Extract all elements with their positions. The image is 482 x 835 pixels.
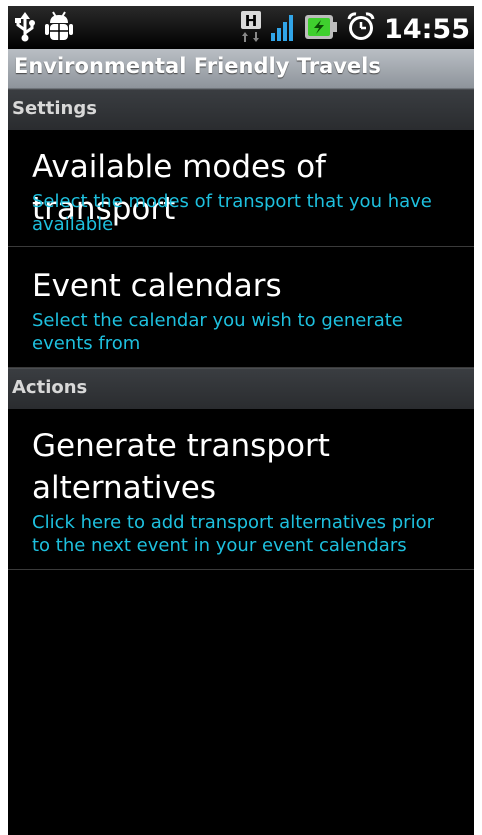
section-header-actions: Actions	[8, 368, 474, 409]
section-header-label: Actions	[12, 377, 88, 398]
debug-icon	[44, 11, 74, 47]
alarm-icon	[346, 12, 376, 46]
clock-time: 14:55	[384, 13, 470, 45]
pref-available-modes-of-transport[interactable]: Available modes of transport Select the …	[8, 130, 474, 247]
action-generate-transport-alternatives[interactable]: Generate transport alternatives Click he…	[8, 409, 474, 570]
usb-icon	[14, 12, 36, 46]
app-title: Environmental Friendly Travels	[14, 54, 381, 78]
network-type-label: H	[245, 12, 258, 30]
pref-summary: Select the modes of transport that you h…	[32, 191, 432, 235]
phone-screen: H 14:55 Environmental Friendly Travels S…	[8, 6, 474, 835]
pref-event-calendars[interactable]: Event calendars Select the calendar you …	[8, 247, 474, 368]
section-header-label: Settings	[12, 98, 97, 119]
signal-icon	[270, 12, 296, 46]
status-bar: H 14:55	[8, 6, 474, 49]
battery-charging-icon	[304, 14, 338, 44]
pref-title: Event calendars	[32, 268, 282, 304]
action-summary: Click here to add transport alternatives…	[32, 512, 434, 556]
hspa-icon: H	[240, 10, 262, 48]
action-title: Generate transport alternatives	[32, 428, 330, 506]
section-header-settings: Settings	[8, 89, 474, 130]
pref-summary: Select the calendar you wish to generate…	[32, 310, 403, 354]
title-bar: Environmental Friendly Travels	[8, 49, 474, 89]
